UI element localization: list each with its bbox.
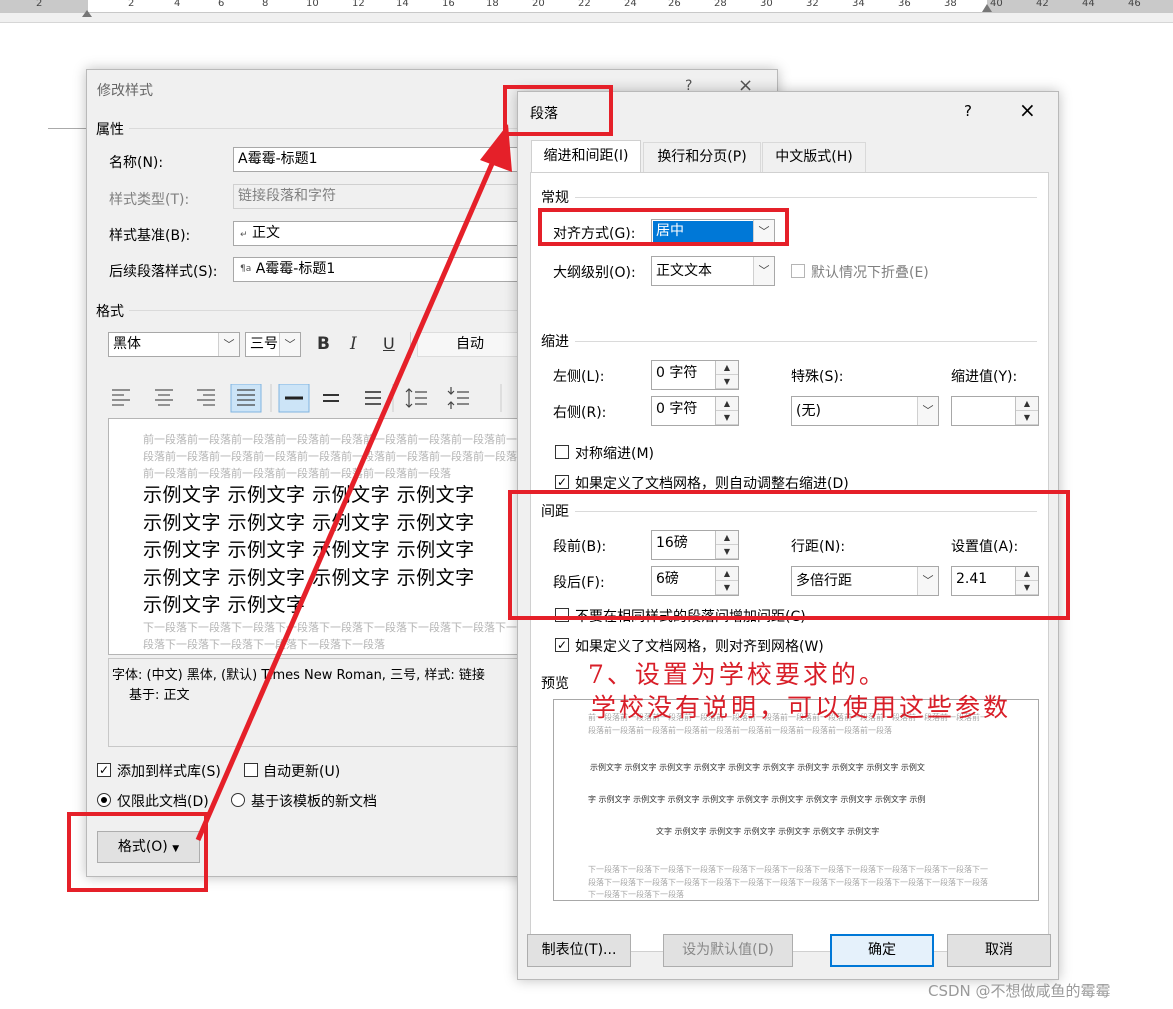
annotation-note-line2: 学校没有说明，可以使用这些参数 (591, 693, 1012, 722)
annotation-note-line1: 7、设置为学校要求的。 (588, 660, 887, 689)
annotation-arrow (195, 124, 512, 841)
watermark: CSDN @不想做咸鱼的霉霉 (928, 982, 1111, 1000)
